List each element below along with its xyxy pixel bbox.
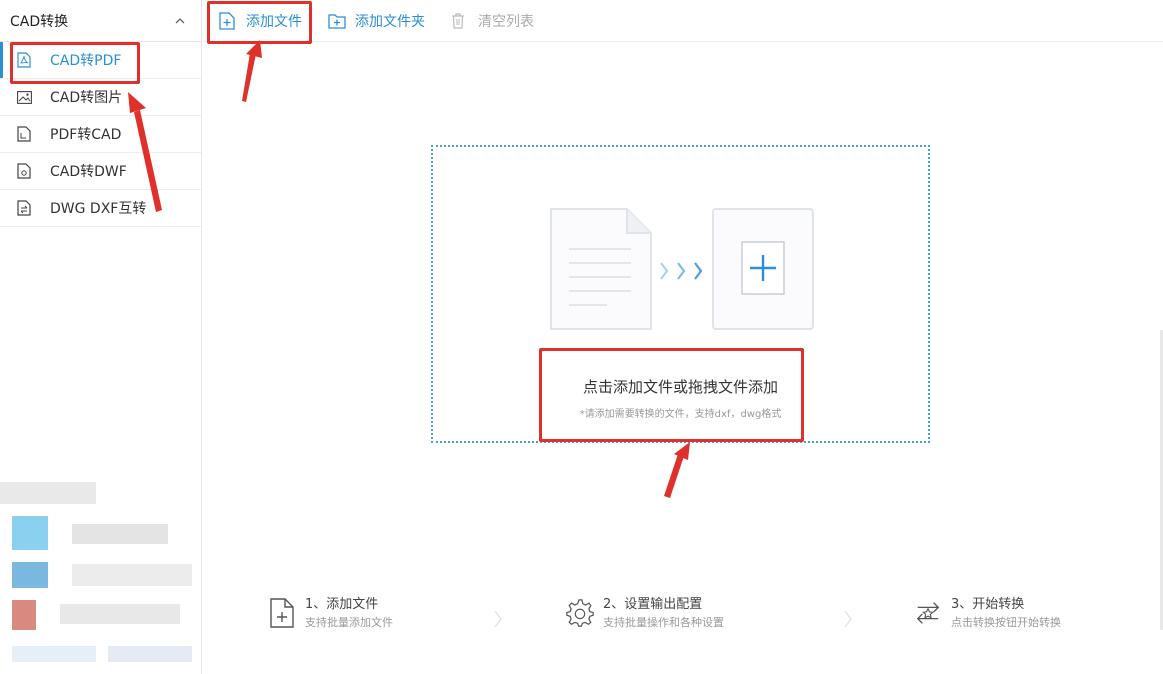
- step-start-convert: 3、开始转换 点击转换按钮开始转换: [913, 595, 1061, 631]
- document-icon: [16, 163, 32, 179]
- step-title: 1、添加文件: [305, 597, 379, 612]
- annotation-box-cad-to-pdf: [10, 42, 140, 84]
- convert-icon: [913, 595, 943, 631]
- add-folder-label: 添加文件夹: [355, 13, 425, 30]
- step-add-files: 1、添加文件 支持批量添加文件: [267, 595, 393, 631]
- step-desc: 支持批量操作和各种设置: [603, 616, 724, 629]
- sidebar: CAD转换 CAD转PDF CAD转图片 PDF转CAD CAD转DWF DWG…: [0, 0, 202, 674]
- sidebar-item-pdf-to-cad[interactable]: PDF转CAD: [0, 116, 201, 153]
- sidebar-item-label: PDF转CAD: [50, 127, 122, 143]
- annotation-box-add-file: [207, 1, 312, 44]
- step-desc: 支持批量添加文件: [305, 616, 393, 629]
- image-icon: [16, 89, 32, 105]
- obscured-region: [0, 470, 200, 674]
- gear-icon: [565, 595, 595, 631]
- toolbar: 添加文件 添加文件夹 清空列表: [203, 0, 1163, 42]
- swap-document-icon: [16, 200, 32, 216]
- sidebar-header[interactable]: CAD转换: [0, 0, 201, 42]
- app-window: CAD转换 CAD转PDF CAD转图片 PDF转CAD CAD转DWF DWG…: [0, 0, 1163, 674]
- trash-icon: [451, 12, 469, 30]
- chevron-up-icon[interactable]: [173, 14, 187, 28]
- steps-guide: 1、添加文件 支持批量添加文件 2、设置输出配置 支持批量操作和各种设置 3、开…: [203, 595, 1163, 639]
- document-icon: [16, 126, 32, 142]
- file-add-illustration-icon: [550, 208, 814, 330]
- sidebar-item-label: CAD转图片: [50, 90, 123, 106]
- sidebar-item-label: DWG DXF互转: [50, 201, 147, 217]
- chevron-right-icon: [494, 610, 502, 628]
- clear-list-label: 清空列表: [478, 13, 534, 30]
- step-title: 3、开始转换: [951, 597, 1025, 612]
- add-folder-button[interactable]: 添加文件夹: [328, 0, 425, 42]
- step-title: 2、设置输出配置: [603, 597, 703, 612]
- sidebar-item-label: CAD转DWF: [50, 164, 127, 180]
- step-desc: 点击转换按钮开始转换: [951, 616, 1061, 629]
- add-file-icon: [267, 595, 297, 631]
- sidebar-header-label: CAD转换: [10, 13, 69, 30]
- sidebar-item-dwg-dxf-swap[interactable]: DWG DXF互转: [0, 190, 201, 227]
- chevron-right-icon: [844, 610, 852, 628]
- step-output-settings: 2、设置输出配置 支持批量操作和各种设置: [565, 595, 724, 631]
- sidebar-item-cad-to-image[interactable]: CAD转图片: [0, 79, 201, 116]
- clear-list-button[interactable]: 清空列表: [451, 0, 534, 42]
- add-folder-icon: [328, 12, 346, 30]
- annotation-box-dropzone-text: [539, 348, 804, 442]
- sidebar-item-cad-to-dwf[interactable]: CAD转DWF: [0, 153, 201, 190]
